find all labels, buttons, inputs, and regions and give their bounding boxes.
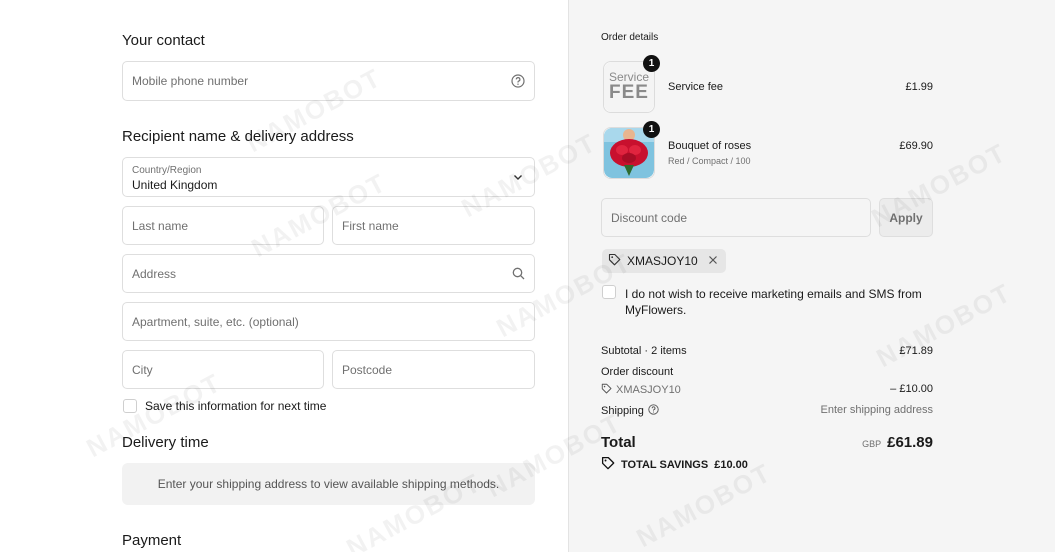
item-name: Service fee bbox=[668, 81, 724, 93]
payment-heading: Payment bbox=[122, 532, 182, 549]
phone-input[interactable] bbox=[123, 62, 534, 100]
service-fee-image-line2: FEE bbox=[609, 82, 649, 103]
tag-icon bbox=[608, 253, 621, 269]
applied-discount-code: XMASJOY10 bbox=[627, 254, 698, 268]
item-name: Bouquet of roses bbox=[668, 140, 752, 152]
help-icon[interactable] bbox=[648, 404, 659, 418]
help-icon[interactable] bbox=[511, 74, 525, 88]
currency-code: GBP bbox=[862, 439, 882, 449]
apply-discount-button[interactable]: Apply bbox=[879, 198, 933, 237]
shipping-label: Shipping bbox=[601, 405, 644, 417]
discount-code-field[interactable] bbox=[601, 198, 871, 237]
order-discount-code: XMASJOY10 bbox=[601, 383, 681, 397]
quantity-badge: 1 bbox=[643, 121, 660, 138]
postcode-input[interactable] bbox=[333, 351, 534, 388]
marketing-opt-out-checkbox[interactable] bbox=[602, 285, 616, 299]
item-price: £69.90 bbox=[899, 140, 933, 152]
first-name-field[interactable] bbox=[332, 206, 535, 245]
total-amount: GBP £61.89 bbox=[862, 434, 933, 451]
save-info-checkbox[interactable] bbox=[123, 399, 137, 413]
apartment-field[interactable] bbox=[122, 302, 535, 341]
search-icon bbox=[511, 267, 525, 281]
total-savings-value: £10.00 bbox=[714, 458, 748, 471]
subtotal-label: Subtotal · 2 items bbox=[601, 345, 687, 357]
total-savings-label: TOTAL SAVINGS bbox=[621, 458, 709, 471]
country-label: Country/Region bbox=[132, 165, 202, 176]
address-field[interactable] bbox=[122, 254, 535, 293]
first-name-input[interactable] bbox=[333, 207, 534, 244]
applied-discount-chip: XMASJOY10 bbox=[602, 249, 726, 273]
tag-icon bbox=[601, 383, 612, 397]
chevron-down-icon bbox=[511, 170, 525, 184]
city-input[interactable] bbox=[123, 351, 323, 388]
marketing-opt-out-label: I do not wish to receive marketing email… bbox=[625, 287, 922, 317]
service-fee-thumbnail: Service FEE 1 bbox=[603, 55, 660, 113]
apartment-input[interactable] bbox=[123, 303, 534, 340]
address-input[interactable] bbox=[123, 255, 534, 292]
save-info-label: Save this information for next time bbox=[145, 399, 327, 413]
order-details-title: Order details bbox=[601, 32, 659, 43]
discount-code-input[interactable] bbox=[602, 199, 870, 236]
delivery-time-heading: Delivery time bbox=[122, 434, 209, 451]
order-discount-value: – £10.00 bbox=[890, 383, 933, 395]
contact-heading: Your contact bbox=[122, 32, 205, 49]
postcode-field[interactable] bbox=[332, 350, 535, 389]
order-discount-label: Order discount bbox=[601, 366, 674, 378]
total-label: Total bbox=[601, 434, 636, 451]
order-discount-code-text: XMASJOY10 bbox=[616, 384, 681, 396]
country-value: United Kingdom bbox=[132, 178, 218, 192]
tag-icon bbox=[601, 456, 615, 473]
phone-field[interactable] bbox=[122, 61, 535, 101]
quantity-badge: 1 bbox=[643, 55, 660, 72]
close-icon[interactable] bbox=[708, 254, 718, 268]
item-variant: Red / Compact / 100 bbox=[668, 156, 751, 166]
last-name-input[interactable] bbox=[123, 207, 323, 244]
checkout-form-panel: Your contact Recipient name & delivery a… bbox=[0, 0, 568, 552]
shipping-value: Enter shipping address bbox=[820, 404, 933, 416]
city-field[interactable] bbox=[122, 350, 324, 389]
shipping-row: Shipping bbox=[601, 404, 659, 418]
last-name-field[interactable] bbox=[122, 206, 324, 245]
delivery-heading: Recipient name & delivery address bbox=[122, 128, 354, 145]
country-select[interactable]: Country/Region United Kingdom bbox=[122, 157, 535, 197]
total-savings: TOTAL SAVINGS £10.00 bbox=[601, 456, 748, 473]
subtotal-value: £71.89 bbox=[899, 345, 933, 357]
bouquet-thumbnail: 1 bbox=[603, 121, 660, 179]
total-value: £61.89 bbox=[887, 434, 933, 451]
shipping-methods-notice: Enter your shipping address to view avai… bbox=[122, 463, 535, 505]
item-price: £1.99 bbox=[905, 81, 933, 93]
